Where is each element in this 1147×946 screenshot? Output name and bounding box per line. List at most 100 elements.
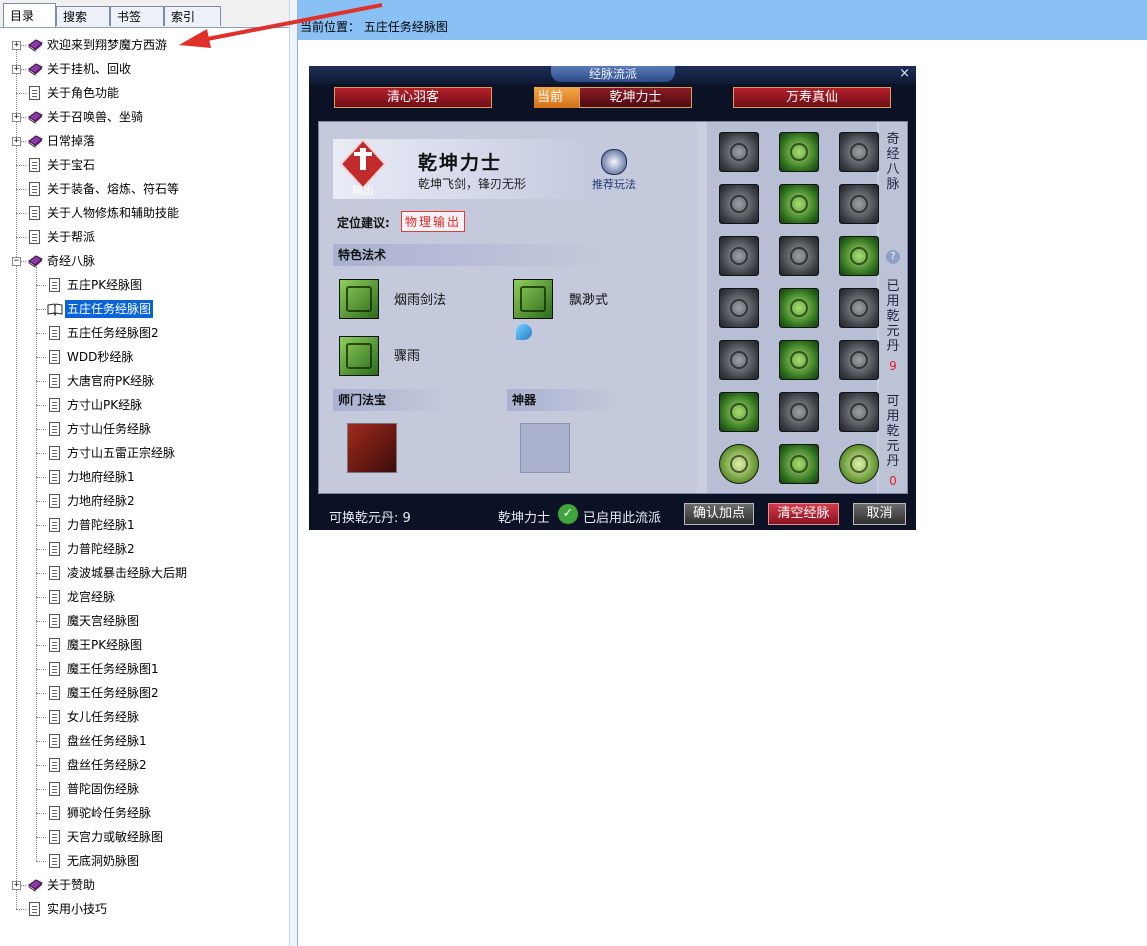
tree-item[interactable]: 力地府经脉1: [0, 465, 289, 489]
confirm-points-button[interactable]: 确认加点: [684, 503, 754, 525]
sect-tab-left[interactable]: 清心羽客: [334, 87, 492, 108]
expand-icon[interactable]: +: [12, 881, 21, 890]
fabao-slot[interactable]: [347, 423, 397, 473]
close-icon[interactable]: ×: [899, 66, 910, 82]
skill-name-3: 骤雨: [394, 349, 421, 364]
tree-item[interactable]: 魔天宫经脉图: [0, 609, 289, 633]
shenqi-slot[interactable]: [520, 423, 570, 473]
tree-item[interactable]: 五庄任务经脉图2: [0, 321, 289, 345]
page-icon: [49, 374, 60, 388]
tree-item[interactable]: 关于人物修炼和辅助技能: [0, 201, 289, 225]
meridian-node-off[interactable]: [719, 340, 759, 380]
tree-item[interactable]: 盘丝任务经脉2: [0, 753, 289, 777]
tree-item[interactable]: 力普陀经脉2: [0, 537, 289, 561]
meridian-node-on[interactable]: [779, 184, 819, 224]
tree-item-label: 魔天宫经脉图: [67, 614, 140, 628]
tree-item[interactable]: 实用小技巧: [0, 897, 289, 921]
tree-item[interactable]: 天宫力或敏经脉图: [0, 825, 289, 849]
sect-tab-current[interactable]: 乾坤力士: [579, 87, 692, 108]
tree-item-label: 盘丝任务经脉2: [67, 758, 147, 772]
tree-item[interactable]: 方寸山PK经脉: [0, 393, 289, 417]
tree-item-label: 方寸山任务经脉: [67, 422, 152, 436]
meridian-node-round[interactable]: [719, 444, 759, 484]
meridian-node-on[interactable]: [839, 236, 879, 276]
tree-item[interactable]: 五庄任务经脉图: [0, 297, 289, 321]
meridian-node-on[interactable]: [779, 340, 819, 380]
tree-item[interactable]: 力地府经脉2: [0, 489, 289, 513]
sect-tab-right[interactable]: 万寿真仙: [733, 87, 891, 108]
skill-icon-1[interactable]: [339, 279, 379, 319]
tree-item-label: 魔王任务经脉图1: [67, 662, 159, 676]
tree-item[interactable]: 龙宫经脉: [0, 585, 289, 609]
tree-guide-line: [36, 429, 46, 430]
tree-item[interactable]: 大唐官府PK经脉: [0, 369, 289, 393]
pane-splitter[interactable]: [289, 0, 298, 946]
help-icon[interactable]: ?: [886, 250, 900, 264]
meridian-node-off[interactable]: [719, 236, 759, 276]
cancel-button[interactable]: 取消: [853, 503, 906, 525]
meridian-node-off[interactable]: [779, 392, 819, 432]
meridian-node-off[interactable]: [839, 288, 879, 328]
gem-icon: [516, 324, 532, 340]
meridian-node-off[interactable]: [839, 184, 879, 224]
recommend-label: 推荐玩法: [592, 178, 636, 191]
meridian-node-off[interactable]: [779, 236, 819, 276]
meridian-node-off[interactable]: [719, 132, 759, 172]
page-icon: [29, 230, 40, 244]
tree-item[interactable]: + 日常掉落: [0, 129, 289, 153]
book-icon: [28, 39, 43, 52]
tree-item[interactable]: 关于装备、熔炼、符石等: [0, 177, 289, 201]
tree-item[interactable]: 盘丝任务经脉1: [0, 729, 289, 753]
tree-item[interactable]: 魔王任务经脉图2: [0, 681, 289, 705]
expand-icon[interactable]: +: [12, 41, 21, 50]
tree-item[interactable]: + 关于赞助: [0, 873, 289, 897]
recommend-play-button[interactable]: 推荐玩法: [584, 149, 644, 197]
tree-guide-line: [16, 213, 26, 214]
tab-bookmarks[interactable]: 书签: [110, 6, 164, 26]
skill-icon-2[interactable]: [513, 279, 553, 319]
expand-icon[interactable]: +: [12, 137, 21, 146]
tree-item[interactable]: 狮驼岭任务经脉: [0, 801, 289, 825]
meridian-node-on[interactable]: [779, 132, 819, 172]
tree-item[interactable]: 方寸山五雷正宗经脉: [0, 441, 289, 465]
tree-item[interactable]: 关于角色功能: [0, 81, 289, 105]
tab-contents[interactable]: 目录: [3, 3, 56, 27]
page-icon: [29, 206, 40, 220]
tree-item-label: 魔王PK经脉图: [67, 638, 143, 652]
meridian-node-on[interactable]: [719, 392, 759, 432]
used-dan-value: 9: [889, 359, 897, 373]
tree-item-label: 关于帮派: [47, 230, 96, 244]
tree-item[interactable]: WDD秒经脉: [0, 345, 289, 369]
meridian-node-off[interactable]: [719, 288, 759, 328]
meridian-node-round[interactable]: [839, 444, 879, 484]
book-icon: [28, 63, 43, 76]
tree-item[interactable]: 普陀固伤经脉: [0, 777, 289, 801]
tab-search[interactable]: 搜索: [56, 6, 110, 26]
tree-item[interactable]: 女儿任务经脉: [0, 705, 289, 729]
tree-item[interactable]: 五庄PK经脉图: [0, 273, 289, 297]
meridian-node-off[interactable]: [839, 392, 879, 432]
tree-item[interactable]: 方寸山任务经脉: [0, 417, 289, 441]
page-icon: [49, 350, 60, 364]
clear-meridian-button[interactable]: 清空经脉: [768, 503, 839, 525]
meridian-node-on[interactable]: [779, 444, 819, 484]
expand-icon[interactable]: +: [12, 113, 21, 122]
tree-item[interactable]: 凌波城暴击经脉大后期: [0, 561, 289, 585]
meridian-node-off[interactable]: [719, 184, 759, 224]
expand-icon[interactable]: +: [12, 65, 21, 74]
tree-item[interactable]: 魔王PK经脉图: [0, 633, 289, 657]
collapse-icon[interactable]: −: [12, 257, 21, 266]
tree-guide-line: [16, 93, 26, 94]
tree-item[interactable]: 魔王任务经脉图1: [0, 657, 289, 681]
meridian-node-off[interactable]: [839, 340, 879, 380]
tree-item[interactable]: + 关于召唤兽、坐骑: [0, 105, 289, 129]
meridian-node-on[interactable]: [779, 288, 819, 328]
tree-item[interactable]: 关于宝石: [0, 153, 289, 177]
tree-item[interactable]: + 关于挂机、回收: [0, 57, 289, 81]
tree-item[interactable]: − 奇经八脉: [0, 249, 289, 273]
skill-icon-3[interactable]: [339, 336, 379, 376]
tree-item[interactable]: 关于帮派: [0, 225, 289, 249]
tree-item[interactable]: 力普陀经脉1: [0, 513, 289, 537]
meridian-node-off[interactable]: [839, 132, 879, 172]
tree-item[interactable]: 无底洞奶脉图: [0, 849, 289, 873]
